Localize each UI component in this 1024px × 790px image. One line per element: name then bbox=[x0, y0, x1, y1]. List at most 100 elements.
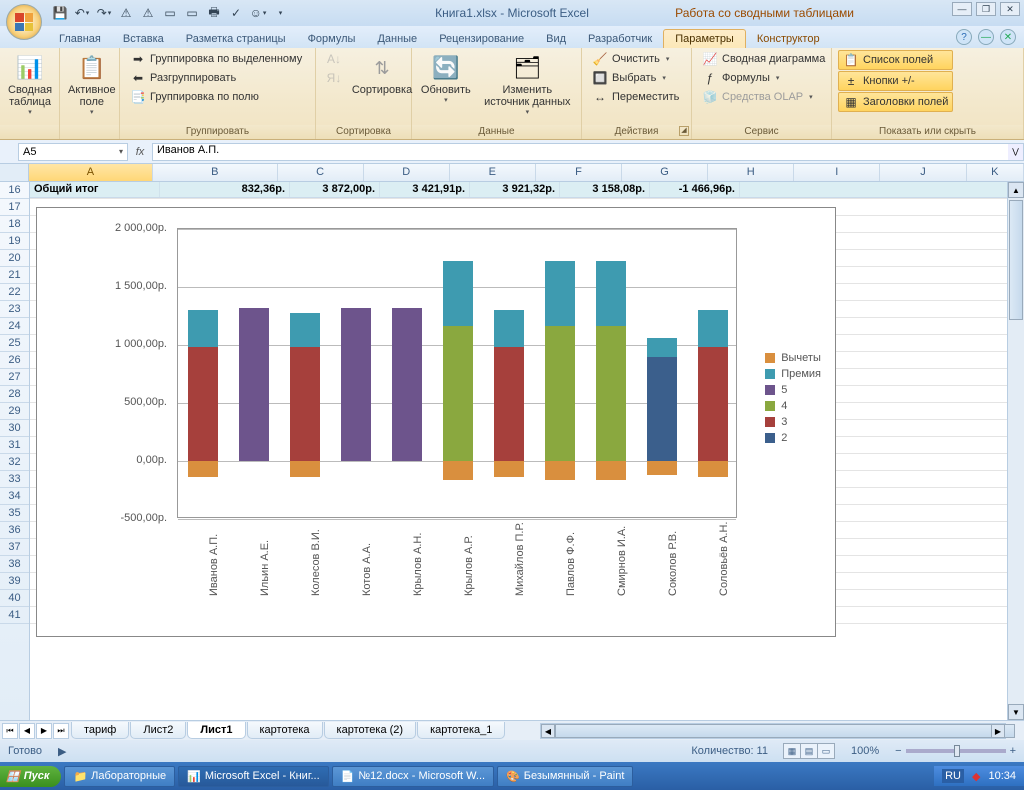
change-source-button[interactable]: 🗂Изменить источник данных▾ bbox=[480, 50, 575, 118]
row-header[interactable]: 38 bbox=[0, 556, 29, 573]
pivot-formulas-button[interactable]: ƒФормулы bbox=[698, 69, 829, 87]
row-header[interactable]: 16 bbox=[0, 182, 29, 199]
row-header[interactable]: 23 bbox=[0, 301, 29, 318]
clear-button[interactable]: 🧹Очистить bbox=[588, 50, 683, 68]
bar-column[interactable] bbox=[545, 229, 575, 517]
fx-button[interactable]: fx bbox=[128, 146, 152, 158]
restore-button[interactable]: ❐ bbox=[976, 2, 996, 16]
column-header-G[interactable]: G bbox=[622, 164, 708, 181]
column-header-C[interactable]: C bbox=[278, 164, 364, 181]
row-header[interactable]: 31 bbox=[0, 437, 29, 454]
scroll-up-icon[interactable]: ▲ bbox=[1008, 182, 1024, 198]
taskbar-button[interactable]: 📊Microsoft Excel - Книг... bbox=[178, 766, 329, 787]
column-header-D[interactable]: D bbox=[364, 164, 450, 181]
activefield-button[interactable]: 📋Активное поле▾ bbox=[66, 50, 118, 118]
tray-lang[interactable]: RU bbox=[942, 769, 964, 783]
ungroup-button[interactable]: ⬅Разгруппировать bbox=[126, 69, 306, 87]
row-header[interactable]: 30 bbox=[0, 420, 29, 437]
start-button[interactable]: 🪟 Пуск bbox=[0, 766, 61, 787]
sheet-tab[interactable]: картотека (2) bbox=[324, 722, 417, 739]
taskbar-button[interactable]: 🎨Безымянный - Paint bbox=[497, 766, 633, 787]
row-header[interactable]: 34 bbox=[0, 488, 29, 505]
last-sheet-icon[interactable]: ⏭ bbox=[53, 723, 69, 739]
tab-review[interactable]: Рецензирование bbox=[428, 30, 535, 48]
bar-column[interactable] bbox=[239, 229, 269, 517]
status-macro-icon[interactable]: ▶ bbox=[58, 745, 66, 758]
column-header-A[interactable]: A bbox=[29, 164, 153, 181]
tab-insert[interactable]: Вставка bbox=[112, 30, 175, 48]
row-header[interactable]: 29 bbox=[0, 403, 29, 420]
horizontal-scrollbar[interactable]: ◀ ▶ bbox=[540, 723, 1006, 739]
row-header[interactable]: 27 bbox=[0, 369, 29, 386]
bar-column[interactable] bbox=[647, 229, 677, 517]
row-header[interactable]: 37 bbox=[0, 539, 29, 556]
check-icon[interactable]: ✓ bbox=[226, 3, 246, 23]
bar-column[interactable] bbox=[443, 229, 473, 517]
row-header[interactable]: 17 bbox=[0, 199, 29, 216]
row-header[interactable]: 35 bbox=[0, 505, 29, 522]
sheet-tab[interactable]: тариф bbox=[71, 722, 129, 739]
column-header-H[interactable]: H bbox=[708, 164, 794, 181]
column-header-F[interactable]: F bbox=[536, 164, 622, 181]
row-header[interactable]: 20 bbox=[0, 250, 29, 267]
doc-close-icon[interactable]: ✕ bbox=[1000, 29, 1016, 45]
column-header-K[interactable]: K bbox=[967, 164, 1024, 181]
move-button[interactable]: ↔Переместить bbox=[588, 88, 683, 106]
hscroll-thumb[interactable] bbox=[555, 724, 1015, 738]
scroll-right-icon[interactable]: ▶ bbox=[991, 724, 1005, 738]
sheet-tab[interactable]: Лист1 bbox=[187, 722, 245, 739]
row-header[interactable]: 26 bbox=[0, 352, 29, 369]
next-sheet-icon[interactable]: ▶ bbox=[36, 723, 52, 739]
bar-column[interactable] bbox=[290, 229, 320, 517]
window1-icon[interactable]: ▭ bbox=[160, 3, 180, 23]
column-header-I[interactable]: I bbox=[794, 164, 880, 181]
refresh-button[interactable]: 🔄Обновить▾ bbox=[418, 50, 474, 106]
row-header[interactable]: 21 bbox=[0, 267, 29, 284]
taskbar-button[interactable]: 📄№12.docx - Microsoft W... bbox=[332, 766, 494, 787]
column-header-E[interactable]: E bbox=[450, 164, 536, 181]
group-selection-button[interactable]: ➡Группировка по выделенному bbox=[126, 50, 306, 68]
tab-pivot-design[interactable]: Конструктор bbox=[746, 30, 831, 48]
formula-input[interactable]: Иванов А.П. bbox=[152, 143, 1008, 161]
row-header[interactable]: 18 bbox=[0, 216, 29, 233]
row-header[interactable]: 32 bbox=[0, 454, 29, 471]
pivottable-button[interactable]: 📊Сводная таблица▾ bbox=[6, 50, 54, 118]
zoom-in-icon[interactable]: + bbox=[1010, 745, 1016, 757]
tab-home[interactable]: Главная bbox=[48, 30, 112, 48]
warning-icon[interactable]: ⚠ bbox=[116, 3, 136, 23]
sheet-tab[interactable]: Лист2 bbox=[130, 722, 186, 739]
scroll-down-icon[interactable]: ▼ bbox=[1008, 704, 1024, 720]
bar-column[interactable] bbox=[341, 229, 371, 517]
undo-icon[interactable]: ↶ bbox=[72, 3, 92, 23]
sheet-tab[interactable]: картотека_1 bbox=[417, 722, 505, 739]
fieldlist-button[interactable]: 📋Список полей bbox=[838, 50, 953, 70]
row-header[interactable]: 22 bbox=[0, 284, 29, 301]
actions-dialog-icon[interactable]: ◢ bbox=[679, 126, 689, 136]
bar-column[interactable] bbox=[698, 229, 728, 517]
column-header-B[interactable]: B bbox=[153, 164, 277, 181]
pivotchart-button[interactable]: 📈Сводная диаграмма bbox=[698, 50, 829, 68]
vscroll-thumb[interactable] bbox=[1009, 200, 1023, 320]
qat-customize-icon[interactable] bbox=[270, 3, 290, 23]
row-header[interactable]: 41 bbox=[0, 607, 29, 624]
tray-shield-icon[interactable]: ◆ bbox=[972, 770, 980, 783]
help-icon[interactable]: ? bbox=[956, 29, 972, 45]
row-header[interactable]: 36 bbox=[0, 522, 29, 539]
bar-column[interactable] bbox=[494, 229, 524, 517]
group-field-button[interactable]: 📑Группировка по полю bbox=[126, 88, 306, 106]
window2-icon[interactable]: ▭ bbox=[182, 3, 202, 23]
scroll-left-icon[interactable]: ◀ bbox=[541, 724, 555, 738]
redo-icon[interactable]: ↷ bbox=[94, 3, 114, 23]
row-header[interactable]: 28 bbox=[0, 386, 29, 403]
column-header-J[interactable]: J bbox=[880, 164, 966, 181]
view-buttons[interactable]: ▦▤▭ bbox=[784, 743, 835, 759]
print-preview-icon[interactable]: 🖶 bbox=[204, 3, 224, 23]
bar-column[interactable] bbox=[392, 229, 422, 517]
tab-data[interactable]: Данные bbox=[366, 30, 428, 48]
ribbon-minimize-icon[interactable]: ― bbox=[978, 29, 994, 45]
save-icon[interactable]: 💾 bbox=[50, 3, 70, 23]
vertical-scrollbar[interactable]: ▲ ▼ bbox=[1007, 182, 1024, 720]
tab-pagelayout[interactable]: Разметка страницы bbox=[175, 30, 297, 48]
taskbar-button[interactable]: 📁Лабораторные bbox=[64, 766, 175, 787]
select-all-corner[interactable] bbox=[0, 164, 29, 181]
